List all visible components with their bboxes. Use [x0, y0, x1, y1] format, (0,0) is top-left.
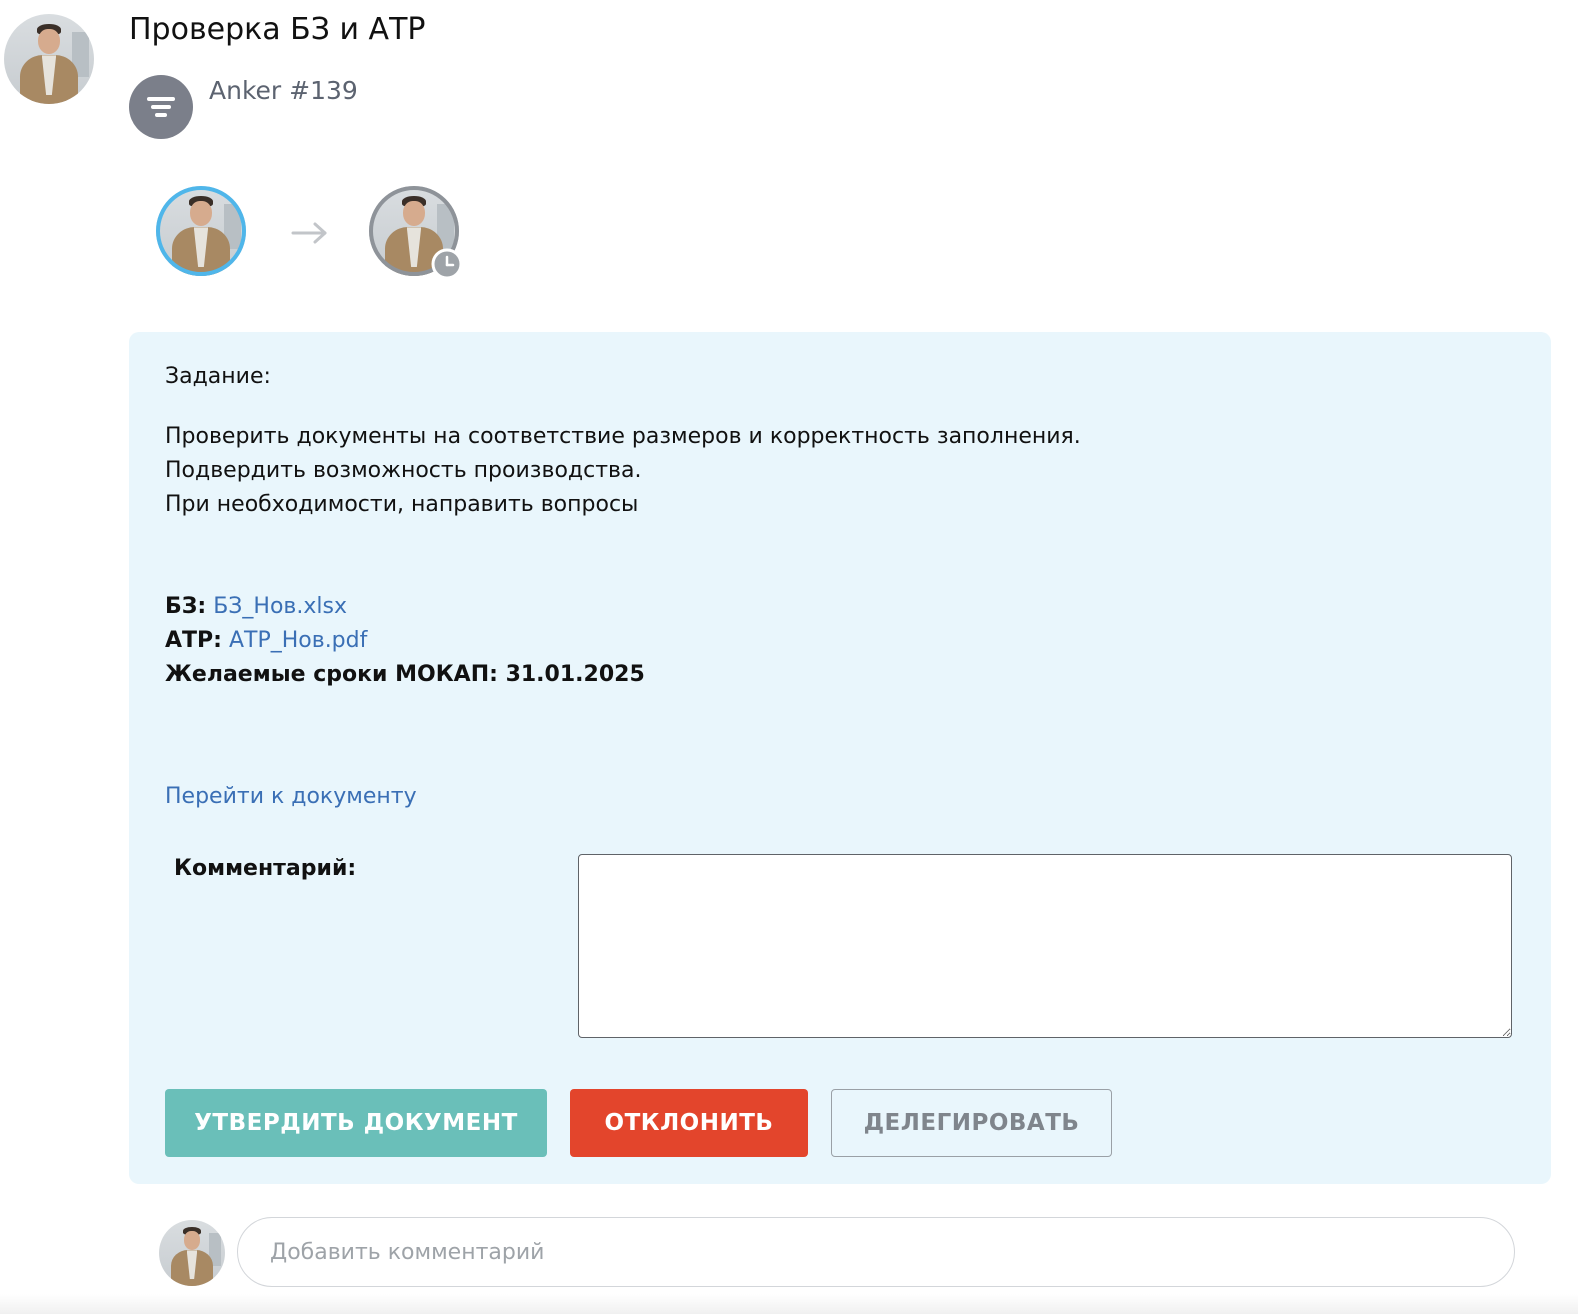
filter-icon: [129, 75, 193, 139]
attachment-link-atr[interactable]: АТР_Нов.pdf: [229, 628, 367, 653]
attachment-label: БЗ:: [165, 594, 207, 619]
comment-label: Комментарий:: [174, 856, 357, 881]
task-description-line: Подвердить возможность производства.: [165, 458, 642, 483]
task-card: Задание: Проверить документы на соответс…: [129, 332, 1551, 1184]
page-title: Проверка БЗ и АТР: [129, 12, 426, 47]
bottom-shade: [0, 1294, 1578, 1314]
author-avatar[interactable]: [4, 14, 94, 104]
task-label: Задание:: [165, 364, 271, 389]
source-name[interactable]: Anker #139: [209, 76, 358, 105]
delegate-button[interactable]: ДЕЛЕГИРОВАТЬ: [831, 1089, 1112, 1157]
route-step-avatar-active[interactable]: [156, 186, 246, 276]
approve-document-button[interactable]: УТВЕРДИТЬ ДОКУМЕНТ: [165, 1089, 547, 1157]
arrow-right-icon: [291, 222, 327, 244]
goto-document-link[interactable]: Перейти к документу: [165, 784, 417, 809]
reject-button[interactable]: ОТКЛОНИТЬ: [570, 1089, 808, 1157]
current-user-avatar: [159, 1220, 225, 1286]
attachment-row: БЗ: БЗ_Нов.xlsx: [165, 590, 645, 624]
task-page: Проверка БЗ и АТР Anker #139 Задание: Пр…: [0, 0, 1578, 1314]
attachment-label: АТР:: [165, 628, 222, 653]
deadline-text: Желаемые сроки МОКАП: 31.01.2025: [165, 662, 645, 687]
task-description-line: При необходимости, направить вопросы: [165, 492, 639, 517]
task-description-line: Проверить документы на соответствие разм…: [165, 424, 1081, 449]
task-description: Проверить документы на соответствие разм…: [165, 420, 1081, 522]
comment-textarea[interactable]: [578, 854, 1512, 1038]
add-comment-input[interactable]: [237, 1217, 1515, 1287]
attachments: БЗ: БЗ_Нов.xlsx АТР: АТР_Нов.pdf Желаемы…: [165, 590, 645, 692]
attachment-link-bz[interactable]: БЗ_Нов.xlsx: [213, 594, 347, 619]
clock-icon: [431, 248, 463, 280]
attachment-row: АТР: АТР_Нов.pdf: [165, 624, 645, 658]
